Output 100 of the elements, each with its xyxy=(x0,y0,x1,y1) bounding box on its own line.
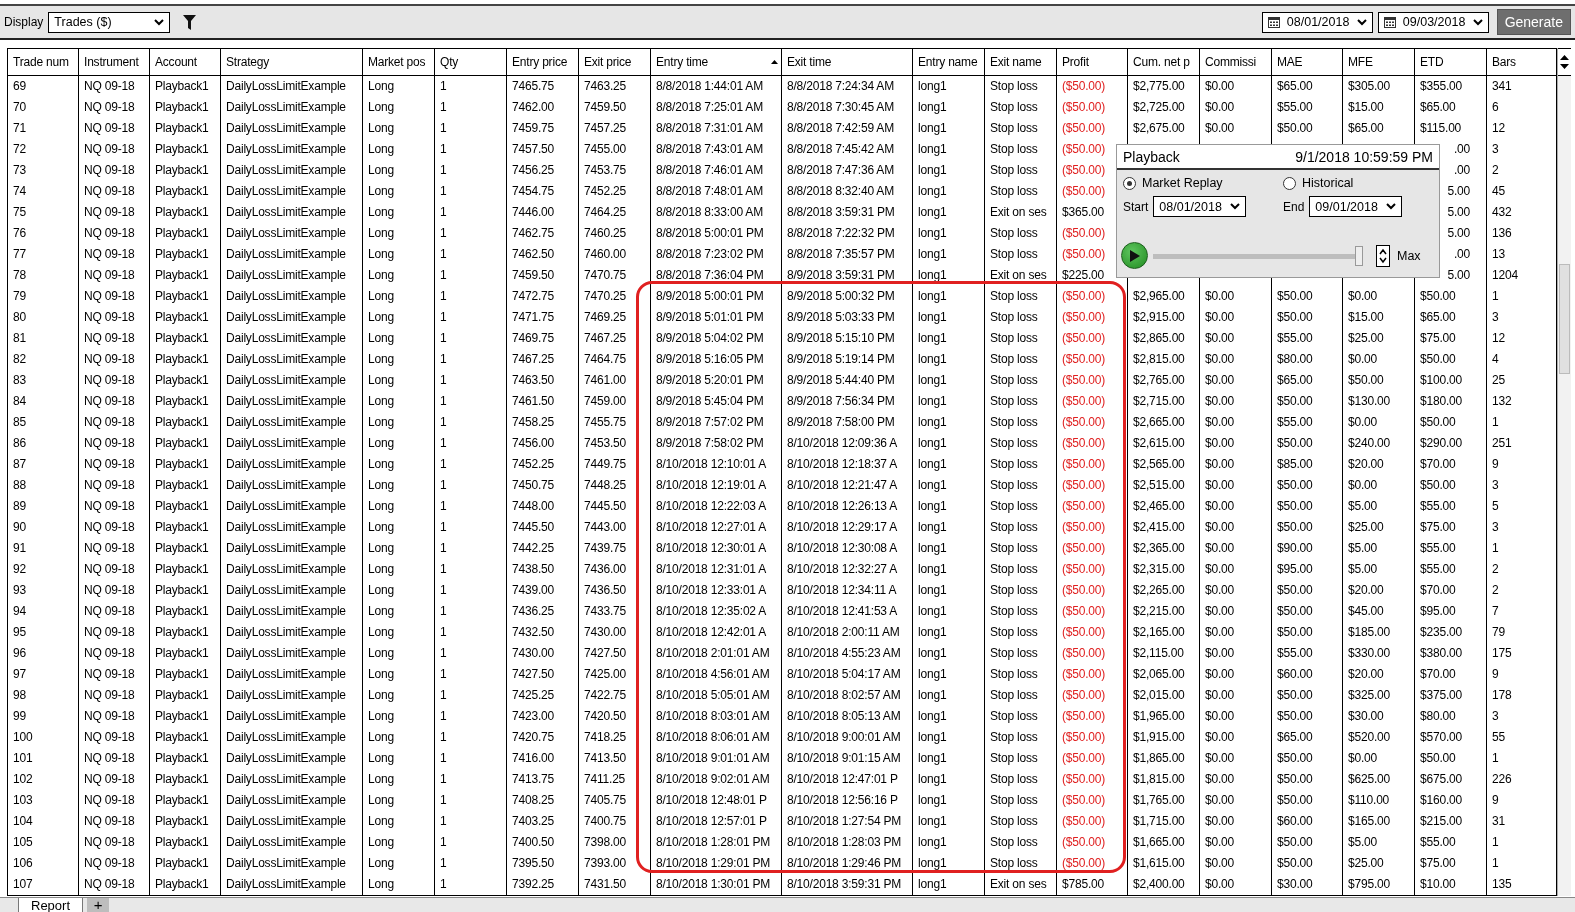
table-cell: 8/8/2018 7:43:01 AM xyxy=(651,139,782,160)
table-cell: 7443.00 xyxy=(579,517,651,538)
table-cell: Stop loss xyxy=(985,727,1057,748)
table-cell: Exit on ses xyxy=(985,874,1057,895)
column-header[interactable]: Entry time xyxy=(651,49,782,75)
column-header[interactable]: Exit time xyxy=(782,49,913,75)
add-tab-button[interactable]: + xyxy=(87,898,110,912)
end-date-picker[interactable]: 09/03/2018 xyxy=(1377,11,1489,33)
end-date-dropdown[interactable]: 09/01/2018 xyxy=(1309,196,1403,217)
table-cell: NQ 09-18 xyxy=(79,811,150,832)
play-button[interactable] xyxy=(1121,242,1148,269)
column-header[interactable]: Market pos xyxy=(363,49,435,75)
column-header[interactable]: Cum. net p xyxy=(1128,49,1200,75)
table-cell: 7431.50 xyxy=(579,874,651,895)
slider-thumb[interactable] xyxy=(1355,245,1363,266)
table-cell: 8/10/2018 8:03:01 AM xyxy=(651,706,782,727)
table-cell: 7439.75 xyxy=(579,538,651,559)
table-cell: DailyLossLimitExample xyxy=(221,328,363,349)
table-cell: long1 xyxy=(913,328,985,349)
table-cell: 7425.00 xyxy=(579,664,651,685)
table-cell: 8/8/2018 7:22:32 PM xyxy=(782,223,913,244)
column-header[interactable]: Profit xyxy=(1057,49,1128,75)
table-cell: $55.00 xyxy=(1415,538,1487,559)
table-cell: $70.00 xyxy=(1415,664,1487,685)
table-cell: $55.00 xyxy=(1272,97,1343,118)
scrollbar-thumb[interactable] xyxy=(1559,264,1570,374)
table-cell: $5.00 xyxy=(1343,559,1415,580)
column-header[interactable]: MAE xyxy=(1272,49,1343,75)
table-cell: Playback1 xyxy=(150,727,221,748)
table-cell: 1 xyxy=(435,181,507,202)
start-date-picker[interactable]: 08/01/2018 xyxy=(1261,11,1373,33)
table-cell: long1 xyxy=(913,265,985,286)
table-cell: 1 xyxy=(435,559,507,580)
table-cell: long1 xyxy=(913,832,985,853)
chevron-down-icon xyxy=(1386,203,1397,210)
table-cell: $2,065.00 xyxy=(1128,664,1200,685)
table-cell: 7408.25 xyxy=(507,790,579,811)
table-cell: $50.00 xyxy=(1272,685,1343,706)
table-cell: $2,915.00 xyxy=(1128,307,1200,328)
start-date-dropdown[interactable]: 08/01/2018 xyxy=(1153,196,1247,217)
table-cell: 7456.00 xyxy=(507,433,579,454)
table-cell: NQ 09-18 xyxy=(79,496,150,517)
column-header[interactable]: Exit name xyxy=(985,49,1057,75)
table-cell: $65.00 xyxy=(1415,307,1487,328)
table-cell: $75.00 xyxy=(1415,517,1487,538)
table-cell: 1 xyxy=(435,454,507,475)
column-header[interactable]: Entry price xyxy=(507,49,579,75)
table-cell: $520.00 xyxy=(1343,727,1415,748)
radio-button[interactable] xyxy=(1123,176,1136,190)
display-dropdown[interactable]: Trades ($) xyxy=(48,11,171,33)
table-cell: $115.00 xyxy=(1415,118,1487,139)
column-header[interactable]: ETD xyxy=(1415,49,1487,75)
table-cell: 7454.75 xyxy=(507,181,579,202)
table-cell: 101 xyxy=(8,748,79,769)
column-header[interactable]: Strategy xyxy=(221,49,363,75)
table-cell: 1 xyxy=(435,349,507,370)
table-cell: NQ 09-18 xyxy=(79,685,150,706)
table-cell: 98 xyxy=(8,685,79,706)
table-cell: $0.00 xyxy=(1200,832,1272,853)
table-cell: 8/9/2018 5:20:01 PM xyxy=(651,370,782,391)
report-tab[interactable]: Report xyxy=(18,898,84,912)
table-cell: long1 xyxy=(913,223,985,244)
table-cell: 107 xyxy=(8,874,79,895)
table-cell: long1 xyxy=(913,181,985,202)
radio-button[interactable] xyxy=(1283,176,1296,190)
column-header[interactable]: Instrument xyxy=(79,49,150,75)
table-cell: 1 xyxy=(435,580,507,601)
table-cell: Stop loss xyxy=(985,601,1057,622)
column-header[interactable]: Commissi xyxy=(1200,49,1272,75)
table-cell: 1 xyxy=(435,391,507,412)
table-cell: $215.00 xyxy=(1415,811,1487,832)
column-header[interactable]: Exit price xyxy=(579,49,651,75)
table-cell: $330.00 xyxy=(1343,643,1415,664)
table-cell: $50.00 xyxy=(1415,475,1487,496)
table-cell: 1 xyxy=(435,538,507,559)
table-cell: 7398.00 xyxy=(579,832,651,853)
table-cell: 1 xyxy=(435,328,507,349)
table-cell: Stop loss xyxy=(985,811,1057,832)
table-cell: Stop loss xyxy=(985,223,1057,244)
column-header[interactable]: Trade num xyxy=(8,49,79,75)
table-cell: Stop loss xyxy=(985,139,1057,160)
scrollbar[interactable] xyxy=(1557,48,1571,896)
table-cell: Long xyxy=(363,265,435,286)
table-cell: NQ 09-18 xyxy=(79,286,150,307)
table-cell: $0.00 xyxy=(1200,538,1272,559)
scroll-arrows-icon[interactable] xyxy=(1560,54,1569,70)
column-header[interactable]: MFE xyxy=(1343,49,1415,75)
table-cell: 8/8/2018 7:31:01 AM xyxy=(651,118,782,139)
display-label: Display xyxy=(4,15,44,29)
filter-icon[interactable] xyxy=(183,14,197,30)
table-cell: Exit on ses xyxy=(985,202,1057,223)
table-cell: 7393.00 xyxy=(579,853,651,874)
table-cell: DailyLossLimitExample xyxy=(221,307,363,328)
table-cell: $110.00 xyxy=(1343,790,1415,811)
column-header[interactable]: Account xyxy=(150,49,221,75)
column-header[interactable]: Qty xyxy=(435,49,507,75)
spinner-control[interactable] xyxy=(1376,244,1390,267)
generate-button[interactable]: Generate xyxy=(1496,9,1571,35)
column-header[interactable]: Entry name xyxy=(913,49,985,75)
table-cell: 84 xyxy=(8,391,79,412)
